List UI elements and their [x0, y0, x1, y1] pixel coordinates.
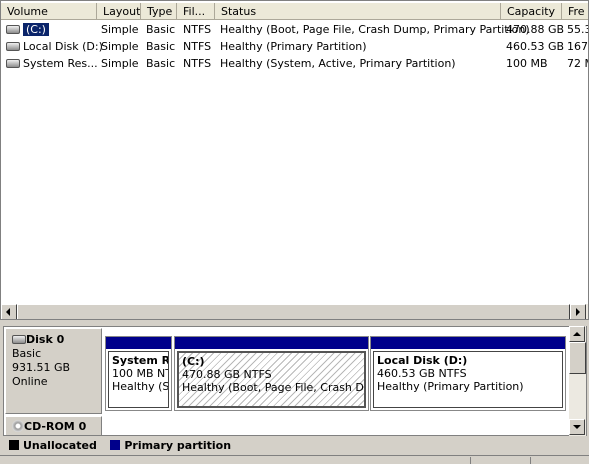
status-bar-separator: [530, 457, 531, 464]
arrow-left-icon: [6, 308, 10, 316]
column-header-free[interactable]: Fre: [562, 3, 588, 20]
free-cell: 72 M: [567, 57, 588, 70]
vertical-scrollbar[interactable]: [569, 326, 586, 436]
scroll-left-button[interactable]: [1, 304, 17, 319]
drive-icon: [6, 25, 20, 34]
capacity-cell: 470.88 GB: [506, 23, 565, 36]
free-cell: 55.3: [567, 23, 588, 36]
filesystem-cell: NTFS: [183, 23, 212, 36]
cdrom-icon: [12, 420, 24, 432]
free-cell: 167: [567, 40, 588, 53]
disk-name: Disk 0: [26, 333, 65, 346]
disk-0-label[interactable]: Disk 0 Basic 931.51 GB Online: [5, 328, 102, 414]
partition-status: Healthy (Boot, Page File, Crash Dump: [182, 381, 364, 394]
layout-cell: Simple: [101, 57, 139, 70]
status-cell: Healthy (System, Active, Primary Partiti…: [220, 57, 456, 70]
list-header: Volume Layout Type Fil... Status Capacit…: [1, 3, 588, 20]
disk-size: 931.51 GB: [12, 361, 71, 374]
type-cell: Basic: [146, 23, 176, 36]
status-bar-separator: [470, 457, 471, 464]
scroll-right-button[interactable]: [570, 304, 586, 319]
partition-body-selected: (C:) 470.88 GB NTFS Healthy (Boot, Page …: [177, 351, 366, 408]
type-cell: Basic: [146, 57, 176, 70]
partition-title: Local Disk (D:): [377, 354, 468, 367]
column-header-capacity[interactable]: Capacity: [501, 3, 562, 20]
partition-body: System R 100 MB NTFS Healthy (Sy: [108, 351, 169, 408]
table-row[interactable]: System Res... Simple Basic NTFS Healthy …: [1, 55, 588, 72]
arrow-right-icon: [576, 308, 580, 316]
primary-partition-swatch: [110, 440, 121, 450]
partition-status: Healthy (Sy: [112, 380, 169, 393]
cdrom-name: CD-ROM 0: [24, 420, 87, 433]
scroll-up-button[interactable]: [569, 326, 585, 342]
partition-bar: [106, 337, 171, 349]
type-cell: Basic: [146, 40, 176, 53]
vertical-scroll-thumb[interactable]: [569, 342, 586, 374]
column-header-status[interactable]: Status: [215, 3, 501, 20]
partition-body: Local Disk (D:) 460.53 GB NTFS Healthy (…: [373, 351, 563, 408]
partition-bar: [175, 337, 368, 349]
layout-cell: Simple: [101, 40, 139, 53]
horizontal-scroll-thumb[interactable]: [17, 304, 570, 319]
arrow-up-icon: [573, 332, 581, 336]
column-header-filesystem[interactable]: Fil...: [177, 3, 215, 20]
filesystem-cell: NTFS: [183, 57, 212, 70]
table-row[interactable]: (C:) Simple Basic NTFS Healthy (Boot, Pa…: [1, 21, 588, 38]
disk-state: Online: [12, 375, 48, 388]
partition-d[interactable]: Local Disk (D:) 460.53 GB NTFS Healthy (…: [370, 336, 566, 411]
disk-kind: Basic: [12, 347, 42, 360]
partition-bar: [371, 337, 565, 349]
scroll-down-button[interactable]: [569, 419, 585, 435]
partition-c[interactable]: (C:) 470.88 GB NTFS Healthy (Boot, Page …: [174, 336, 369, 411]
partition-system-reserved[interactable]: System R 100 MB NTFS Healthy (Sy: [105, 336, 172, 411]
partition-size: 100 MB NTFS: [112, 367, 168, 380]
capacity-cell: 100 MB: [506, 57, 548, 70]
volume-name: System Res...: [23, 57, 98, 70]
disk-icon: [12, 335, 26, 344]
capacity-cell: 460.53 GB: [506, 40, 565, 53]
arrow-down-icon: [573, 425, 581, 429]
column-header-type[interactable]: Type: [141, 3, 177, 20]
legend-primary: Primary partition: [124, 439, 232, 452]
legend: Unallocated Primary partition: [3, 437, 587, 454]
volume-list[interactable]: Volume Layout Type Fil... Status Capacit…: [0, 0, 589, 320]
volume-name: Local Disk (D:): [23, 40, 103, 53]
drive-icon: [6, 59, 20, 68]
table-row[interactable]: Local Disk (D:) Simple Basic NTFS Health…: [1, 38, 588, 55]
partition-size: 460.53 GB NTFS: [377, 367, 467, 380]
status-bar: [0, 455, 589, 464]
column-header-volume[interactable]: Volume: [1, 3, 97, 20]
volume-name: (C:): [23, 21, 49, 38]
partition-size: 470.88 GB NTFS: [182, 368, 272, 381]
drive-icon: [6, 42, 20, 51]
column-header-layout[interactable]: Layout: [97, 3, 141, 20]
cdrom-0-label[interactable]: CD-ROM 0: [5, 416, 102, 435]
unallocated-swatch: [9, 440, 19, 450]
partition-title: System R: [112, 354, 169, 367]
volume-name-selected: (C:): [23, 23, 49, 36]
legend-unallocated: Unallocated: [23, 439, 97, 452]
layout-cell: Simple: [101, 23, 139, 36]
partition-status: Healthy (Primary Partition): [377, 380, 524, 393]
disk-graphical-view[interactable]: Disk 0 Basic 931.51 GB Online System R 1…: [3, 326, 587, 436]
filesystem-cell: NTFS: [183, 40, 212, 53]
status-cell: Healthy (Boot, Page File, Crash Dump, Pr…: [220, 23, 530, 36]
horizontal-scrollbar[interactable]: [1, 304, 588, 319]
status-cell: Healthy (Primary Partition): [220, 40, 367, 53]
partition-title: (C:): [182, 355, 205, 368]
